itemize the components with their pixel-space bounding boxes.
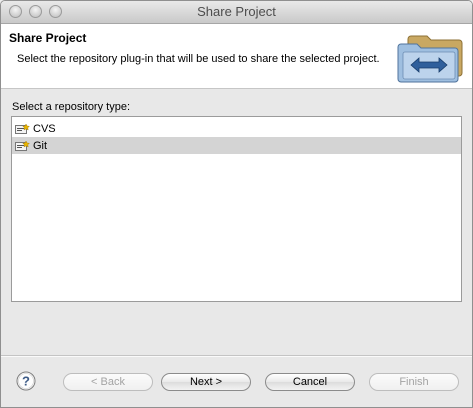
svg-text:?: ? bbox=[22, 374, 30, 389]
help-icon[interactable]: ? bbox=[16, 371, 36, 391]
list-item-label: Git bbox=[33, 139, 48, 152]
page-title: Share Project bbox=[9, 31, 87, 45]
share-project-banner-icon bbox=[397, 35, 463, 83]
list-item-git[interactable]: Git bbox=[12, 137, 461, 154]
share-project-dialog: Share Project Share Project Select the r… bbox=[0, 0, 473, 408]
back-button[interactable]: < Back bbox=[63, 373, 153, 391]
list-item-label: CVS bbox=[33, 122, 56, 135]
cvs-repository-icon bbox=[15, 123, 30, 134]
title-bar[interactable]: Share Project bbox=[1, 1, 472, 24]
cancel-button[interactable]: Cancel bbox=[265, 373, 355, 391]
repository-type-list[interactable]: CVS Git bbox=[11, 116, 462, 302]
finish-button[interactable]: Finish bbox=[369, 373, 459, 391]
page-description: Select the repository plug-in that will … bbox=[17, 53, 380, 65]
repository-type-label: Select a repository type: bbox=[12, 101, 131, 113]
list-item-cvs[interactable]: CVS bbox=[12, 120, 461, 137]
git-repository-icon bbox=[15, 140, 30, 151]
wizard-header: Share Project Select the repository plug… bbox=[1, 24, 472, 89]
window-title: Share Project bbox=[197, 4, 276, 19]
button-bar-separator bbox=[1, 355, 472, 357]
next-button[interactable]: Next > bbox=[161, 373, 251, 391]
